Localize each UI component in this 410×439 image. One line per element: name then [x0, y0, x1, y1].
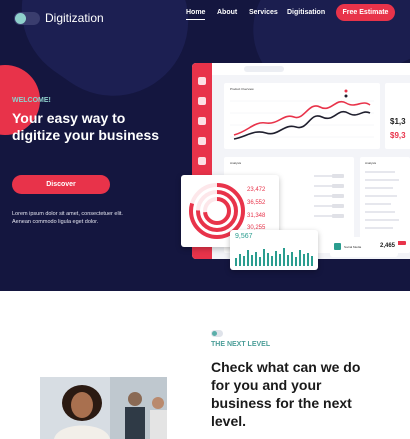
metric-value: 23,472: [247, 187, 266, 193]
team-photo-illustration: [40, 377, 167, 439]
feature-kicker: THE NEXT LEVEL: [211, 341, 271, 348]
discover-button[interactable]: Discover: [12, 175, 110, 194]
home-icon: [198, 77, 206, 85]
dashboard-search: [244, 66, 284, 72]
social-icon: [334, 243, 341, 250]
nav-link-services[interactable]: Services: [249, 9, 278, 16]
chart-icon: [198, 97, 206, 105]
nav-link-home[interactable]: Home: [186, 9, 206, 20]
chart-card: Product Overview: [224, 83, 380, 149]
social-label: Social Media: [344, 245, 362, 249]
free-estimate-button[interactable]: Free Estimate: [336, 4, 395, 21]
stat-value: $9,3: [390, 131, 406, 140]
series-line-red: [233, 100, 371, 136]
bar-chart: [235, 248, 313, 266]
nav-link-about[interactable]: About: [217, 9, 237, 16]
panel-label: Analysis: [230, 161, 242, 165]
hero-section: Digitization Home About Services Digitis…: [0, 0, 410, 291]
metric-value: 36,552: [247, 200, 266, 206]
star-icon: [198, 117, 206, 125]
brand-name[interactable]: Digitization: [45, 11, 104, 25]
settings-icon: [198, 157, 206, 165]
hero-headline: Your easy way to digitize your business: [12, 110, 160, 143]
logo-toggle-icon[interactable]: [14, 12, 40, 25]
dashboard-topbar: [212, 63, 410, 75]
toggle-icon: [211, 330, 223, 337]
card-icon: [198, 137, 206, 145]
hero-kicker: WELCOME!: [12, 97, 51, 104]
metric-value: 31,348: [247, 213, 266, 219]
navbar: Digitization Home About Services Digitis…: [0, 0, 410, 36]
team-photo: [40, 377, 167, 439]
hero-body: Lorem ipsum dolor sit amet, consectetuer…: [12, 211, 123, 225]
feature-title: Check what can we do for you and your bu…: [211, 359, 361, 429]
social-media-card: Social Media 2,465: [330, 237, 398, 257]
bar-chart-card: 9,567: [230, 230, 318, 270]
stat-card: $1,3 $9,3: [385, 83, 410, 149]
panel-label: Analysis: [365, 161, 377, 165]
nav-link-digitisation[interactable]: Digitisation: [287, 9, 325, 16]
line-chart: [230, 89, 374, 140]
social-value: 2,465: [380, 243, 396, 249]
stat-value: $1,3: [390, 117, 406, 126]
